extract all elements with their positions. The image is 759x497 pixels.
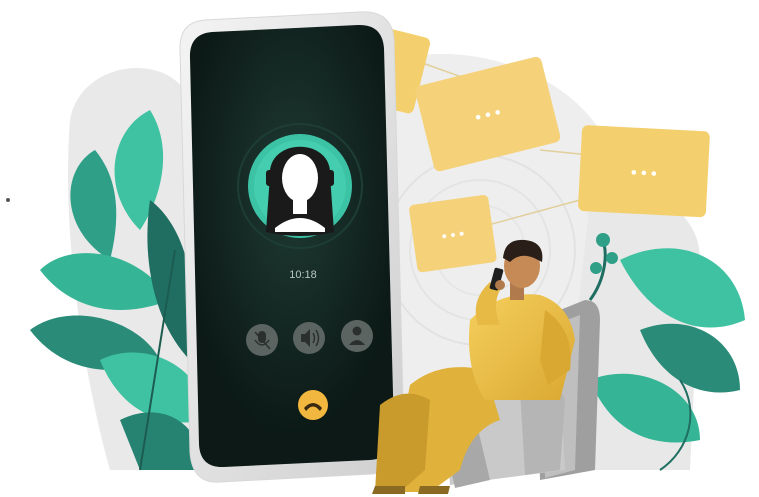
add-contact-button[interactable] (341, 320, 373, 352)
illustration-canvas: • • • • • • • • • • • • (6, 11, 745, 494)
end-call-button[interactable] (298, 390, 328, 420)
chat-bubble-3-dots: • • • (631, 165, 658, 183)
illustration-scene: • • • • • • • • • • • • (0, 0, 759, 497)
chat-bubble-3: • • • (578, 125, 710, 218)
caller-avatar-icon (266, 146, 334, 236)
chat-bubble-4-dots: • • • (441, 225, 466, 244)
chat-bubble-4: • • • (409, 195, 497, 273)
speaker-button[interactable] (293, 322, 325, 354)
phone-screen (189, 24, 395, 468)
mute-button[interactable] (246, 324, 278, 356)
call-timer: 10:18 (289, 269, 317, 281)
phone: 10:18 (179, 11, 405, 483)
